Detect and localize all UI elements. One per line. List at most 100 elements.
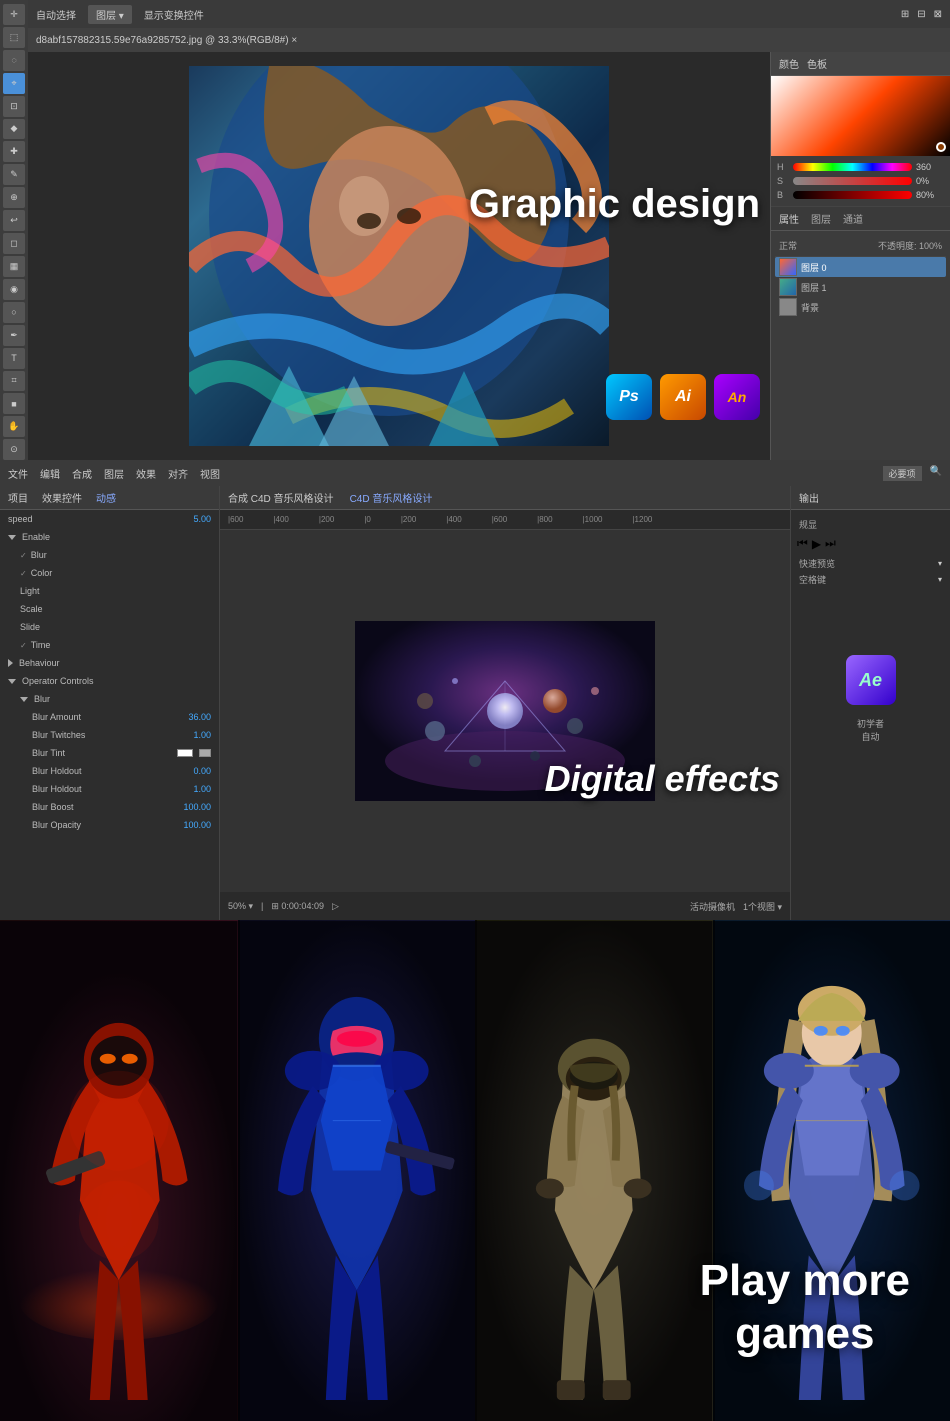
behaviour-toggle-icon[interactable] — [8, 659, 13, 667]
camera-select[interactable]: 活动摄像机 — [690, 900, 735, 913]
animate-icon[interactable]: An — [714, 374, 760, 420]
blur-twitches-label: Blur Twitches — [32, 730, 85, 740]
text-tool[interactable]: T — [3, 348, 25, 369]
play-btn[interactable]: ▷ — [332, 901, 339, 912]
blur-subrow: Blur — [0, 690, 219, 708]
ae-composition-preview — [220, 530, 790, 892]
gradient-tool[interactable]: ▦ — [3, 256, 25, 277]
path-tool[interactable]: ⌗ — [3, 371, 25, 392]
color-picker-handle[interactable] — [936, 142, 946, 152]
toolbar-icon-3[interactable]: ⊠ — [934, 9, 942, 20]
play-pause-btn[interactable]: ▶ — [812, 537, 821, 551]
brush-tool[interactable]: ✎ — [3, 164, 25, 185]
game-panel-1 — [0, 920, 238, 1421]
ae-workspace-menu[interactable]: 必要项 — [883, 466, 922, 481]
ae-right-content: 规显 ⏮ ▶ ⏭ 快速预览 ▾ 空格键 ▾ — [791, 510, 950, 753]
ae-menu-effect[interactable]: 效果 — [136, 466, 156, 481]
ae-project-panel-title: 项目 效果控件 动感 — [0, 486, 219, 510]
enable-toggle-icon[interactable] — [8, 535, 16, 540]
blur-sub-toggle[interactable] — [20, 697, 28, 702]
output-tab[interactable]: 输出 — [799, 490, 819, 505]
blur-twitches-row: Blur Twitches 1.00 — [0, 726, 219, 744]
ae-menu-align[interactable]: 对齐 — [168, 466, 188, 481]
bright-slider[interactable] — [793, 191, 912, 199]
time-check[interactable]: ✓ — [20, 641, 27, 650]
operator-toggle-icon[interactable] — [8, 679, 16, 684]
select-tool[interactable]: ⬚ — [3, 27, 25, 48]
play-games-label: Play more games — [700, 1255, 910, 1361]
photoshop-icon[interactable]: Ps — [606, 374, 652, 420]
eyedropper-tool[interactable]: ◆ — [3, 119, 25, 140]
project-tab[interactable]: 项目 — [8, 490, 28, 505]
layer-select[interactable]: 图层 ▾ — [88, 5, 132, 24]
layers-tab[interactable]: 图层 — [811, 211, 831, 226]
hand-tool[interactable]: ✋ — [3, 416, 25, 437]
eraser-tool[interactable]: ◻ — [3, 233, 25, 254]
speed-value: 5.00 — [193, 514, 211, 524]
layer-row-2[interactable]: 图层 1 — [775, 277, 946, 297]
blur-boost-label: Blur Boost — [32, 802, 74, 812]
ae-menu-file[interactable]: 文件 — [8, 466, 28, 481]
toolbar-icon-1[interactable]: ⊞ — [901, 9, 909, 20]
illustrator-icon[interactable]: Ai — [660, 374, 706, 420]
frame-controls[interactable]: ⊞ 0:00:04:09 — [271, 901, 324, 912]
next-frame-btn[interactable]: ⏭ — [825, 536, 836, 551]
prev-frame-btn[interactable]: ⏮ — [797, 536, 808, 551]
light-row: Light — [0, 582, 219, 600]
zoom-tool[interactable]: ⊙ — [3, 439, 25, 460]
ae-search[interactable]: 🔍 — [930, 466, 942, 481]
ae-right-panel: 输出 规显 ⏮ ▶ ⏭ 快速预览 ▾ 空格键 ▾ — [790, 486, 950, 920]
sat-slider[interactable] — [793, 177, 912, 185]
blur-holdout-1-value: 0.00 — [193, 766, 211, 776]
ae-menu-layer[interactable]: 图层 — [104, 466, 124, 481]
ruler-neg400: |400 — [273, 515, 288, 524]
ae-comp-header: 合成 C4D 音乐风格设计 C4D 音乐风格设计 — [220, 486, 790, 510]
layer-row-1[interactable]: 图层 0 — [775, 257, 946, 277]
document-tab[interactable]: d8abf157882315.59e76a9285752.jpg @ 33.3%… — [36, 35, 297, 46]
lasso-tool[interactable]: ◌ — [3, 50, 25, 71]
dodge-tool[interactable]: ○ — [3, 302, 25, 323]
zoom-control[interactable]: 50% ▾ — [228, 901, 253, 912]
clone-tool[interactable]: ⊕ — [3, 187, 25, 208]
animation-tab[interactable]: 动感 — [96, 490, 116, 505]
ae-menu-edit[interactable]: 编辑 — [40, 466, 60, 481]
move-tool[interactable]: ✛ — [3, 4, 25, 25]
slide-label: Slide — [20, 622, 40, 632]
hue-slider[interactable] — [793, 163, 912, 171]
ae-menu-view[interactable]: 视图 — [200, 466, 220, 481]
blur-tint-swatch[interactable] — [177, 749, 193, 757]
c4d-title: C4D 音乐风格设计 — [350, 490, 433, 505]
history-tool[interactable]: ↩ — [3, 210, 25, 231]
scale-label: Scale — [20, 604, 43, 614]
enable-row: Enable — [0, 528, 219, 546]
pen-tool[interactable]: ✒ — [3, 325, 25, 346]
ruler-200: |200 — [401, 515, 416, 524]
color-gradient[interactable] — [771, 76, 950, 156]
view-select[interactable]: 1个视图 ▾ — [743, 900, 782, 913]
heal-tool[interactable]: ✚ — [3, 141, 25, 162]
graphic-design-title: Graphic design — [469, 180, 760, 228]
effects-tab[interactable]: 效果控件 — [42, 490, 82, 505]
blur-boost-row: Blur Boost 100.00 — [0, 798, 219, 816]
properties-tab[interactable]: 属性 — [779, 211, 799, 226]
shape-tool[interactable]: ■ — [3, 393, 25, 414]
blur-holdout-1-row: Blur Holdout 0.00 — [0, 762, 219, 780]
toolbar-icon-2[interactable]: ⊟ — [917, 9, 925, 20]
magic-wand-tool[interactable]: ⌖ — [3, 73, 25, 94]
blur-amount-label: Blur Amount — [32, 712, 81, 722]
layer-thumbnail-2 — [779, 278, 797, 296]
blur-tool[interactable]: ◉ — [3, 279, 25, 300]
ruler-neg200: |200 — [319, 515, 334, 524]
ps-right-panel: 颜色 色板 H 360 S 0% B 80% — [770, 52, 950, 460]
after-effects-icon[interactable]: Ae — [846, 655, 896, 705]
ruler-800: |800 — [537, 515, 552, 524]
crop-tool[interactable]: ⊡ — [3, 96, 25, 117]
blur-tint-swatch-2[interactable] — [199, 749, 211, 757]
layer-row-3[interactable]: 背景 — [775, 297, 946, 317]
blur-check[interactable]: ✓ — [20, 551, 27, 560]
operator-controls-row: Operator Controls — [0, 672, 219, 690]
color-check[interactable]: ✓ — [20, 569, 27, 578]
ruler-400: |400 — [446, 515, 461, 524]
channels-tab[interactable]: 通道 — [843, 211, 863, 226]
ae-menu-comp[interactable]: 合成 — [72, 466, 92, 481]
